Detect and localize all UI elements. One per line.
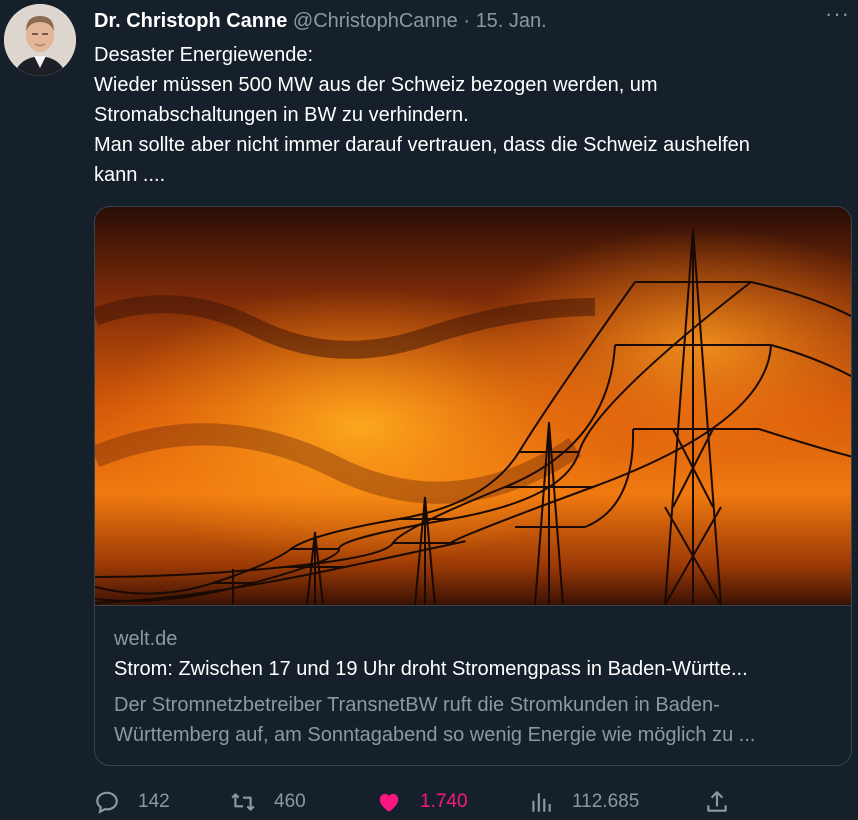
- card-domain: welt.de: [114, 628, 178, 650]
- views-button[interactable]: 112.685: [528, 788, 639, 816]
- card-description: Der Stromnetzbetreiber TransnetBW ruft d…: [114, 690, 829, 750]
- header-separator: ·: [463, 10, 470, 32]
- tweet-text-line: kann ....: [94, 164, 166, 186]
- like-button[interactable]: 1.740: [376, 788, 468, 816]
- action-bar: 142 460 1.740 112.685: [94, 788, 854, 818]
- tweet-text-line: Stromabschaltungen in BW zu verhindern.: [94, 104, 469, 126]
- retweet-icon: [231, 793, 255, 811]
- link-preview-card[interactable]: welt.de Strom: Zwischen 17 und 19 Uhr dr…: [94, 206, 852, 766]
- card-body[interactable]: welt.de Strom: Zwischen 17 und 19 Uhr dr…: [95, 605, 851, 765]
- card-description-line: Der Stromnetzbetreiber TransnetBW ruft d…: [114, 694, 720, 716]
- views-count: 112.685: [572, 791, 640, 812]
- reply-count: 142: [138, 791, 170, 812]
- author-handle[interactable]: @ChristophCanne: [293, 10, 458, 32]
- card-title[interactable]: Strom: Zwischen 17 und 19 Uhr droht Stro…: [114, 656, 748, 682]
- author-name[interactable]: Dr. Christoph Canne: [94, 10, 287, 32]
- card-description-line: Württemberg auf, am Sonntagabend so weni…: [114, 724, 756, 746]
- reply-button[interactable]: 142: [94, 788, 170, 816]
- retweet-button[interactable]: 460: [230, 788, 306, 816]
- tweet-text: Desaster Energiewende: Wieder müssen 500…: [94, 40, 844, 190]
- like-count: 1.740: [420, 791, 468, 812]
- tweet-text-line: Wieder müssen 500 MW aus der Schweiz bez…: [94, 74, 658, 96]
- reply-icon: [96, 791, 118, 814]
- tweet-date[interactable]: 15. Jan.: [476, 10, 547, 32]
- analytics-icon: [532, 793, 551, 812]
- retweet-count: 460: [274, 791, 306, 812]
- more-options-icon[interactable]: ···: [825, 3, 850, 25]
- tweet-text-line: Desaster Energiewende:: [94, 44, 314, 66]
- heart-icon: [379, 793, 399, 812]
- share-icon: [707, 791, 727, 812]
- card-image: [95, 207, 851, 605]
- avatar-photo: [4, 4, 76, 76]
- share-button[interactable]: [704, 788, 748, 816]
- tweet-text-line: Man sollte aber nicht immer darauf vertr…: [94, 134, 750, 156]
- tweet-header: Dr. Christoph Canne @ChristophCanne · 15…: [94, 8, 858, 34]
- avatar[interactable]: [4, 4, 76, 76]
